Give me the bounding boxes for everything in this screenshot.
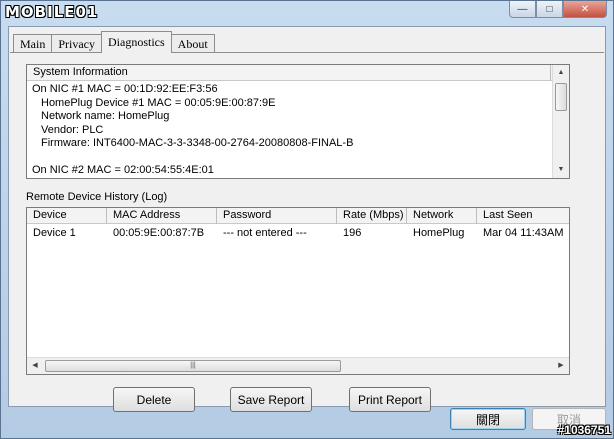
info-line: Vendor: PLC xyxy=(41,123,104,136)
tab-about[interactable]: About xyxy=(170,34,215,53)
diagnostics-panel: System Information On NIC #1 MAC = 00:1D… xyxy=(10,52,604,412)
window-controls: — □ ✕ xyxy=(509,1,607,18)
scroll-thumb[interactable] xyxy=(555,83,567,111)
column-device[interactable]: Device xyxy=(27,208,107,224)
cell-password: --- not entered --- xyxy=(223,227,307,239)
info-line: On NIC #2 MAC = 02:00:54:55:4E:01 xyxy=(32,164,214,176)
info-line: HomePlug Device #1 MAC = 00:05:9E:00:87:… xyxy=(41,96,276,109)
scroll-thumb[interactable]: ||| xyxy=(45,360,341,372)
info-line: On NIC #1 MAC = 00:1D:92:EE:F3:56 xyxy=(32,83,218,95)
info-line: Firmware: INT6400-MAC-3-3-3348-00-2764-2… xyxy=(41,137,354,149)
history-horizontal-scrollbar[interactable]: ◀ ||| ▶ xyxy=(27,357,569,374)
cell-mac-address: 00:05:9E:00:87:7B xyxy=(113,227,205,239)
tab-diagnostics[interactable]: Diagnostics xyxy=(101,31,172,53)
column-password[interactable]: Password xyxy=(217,208,337,224)
system-info-box[interactable]: System Information On NIC #1 MAC = 00:1D… xyxy=(26,64,570,179)
print-report-button[interactable]: Print Report xyxy=(349,387,431,412)
maximize-icon: □ xyxy=(546,3,553,15)
cell-last-seen: Mar 04 11:43AM xyxy=(483,227,564,239)
table-row[interactable]: Device 1 00:05:9E:00:87:7B --- not enter… xyxy=(27,226,569,240)
column-mac-address[interactable]: MAC Address xyxy=(107,208,217,224)
history-label: Remote Device History (Log) xyxy=(26,191,168,203)
system-info-scrollbar[interactable]: ▲ ▼ xyxy=(552,65,569,178)
tab-main[interactable]: Main xyxy=(13,34,53,53)
cell-network: HomePlug xyxy=(413,227,465,239)
logo: MOBILE01 xyxy=(5,3,99,21)
save-report-button[interactable]: Save Report xyxy=(230,387,312,412)
column-last-seen[interactable]: Last Seen xyxy=(477,208,569,224)
system-info-lines: On NIC #1 MAC = 00:1D:92:EE:F3:56 HomePl… xyxy=(32,83,353,178)
app-window: MOBILE01 — □ ✕ Main Privacy Diagnostics … xyxy=(0,0,614,439)
cell-device: Device 1 xyxy=(33,227,76,239)
column-rate[interactable]: Rate (Mbps) xyxy=(337,208,407,224)
maximize-button[interactable]: □ xyxy=(536,1,563,18)
history-header: Device MAC Address Password Rate (Mbps) … xyxy=(27,208,569,224)
scroll-down-arrow-icon[interactable]: ▼ xyxy=(553,162,569,178)
watermark: #1036751 xyxy=(557,423,611,437)
scroll-up-arrow-icon[interactable]: ▲ xyxy=(553,65,569,81)
info-line: Network name: HomePlug xyxy=(41,110,170,122)
close-icon: ✕ xyxy=(580,3,590,15)
system-info-header-label: System Information xyxy=(27,65,551,81)
cell-rate: 196 xyxy=(343,227,362,239)
client-area: Main Privacy Diagnostics About System In… xyxy=(8,26,606,412)
title-bar[interactable]: MOBILE01 — □ ✕ xyxy=(1,1,613,25)
minimize-button[interactable]: — xyxy=(509,1,536,18)
minimize-icon: — xyxy=(517,3,528,15)
scroll-left-arrow-icon[interactable]: ◀ xyxy=(27,358,43,374)
history-table[interactable]: Device MAC Address Password Rate (Mbps) … xyxy=(26,207,570,375)
close-button[interactable]: 關閉 xyxy=(450,408,526,430)
column-network[interactable]: Network xyxy=(407,208,477,224)
system-info-header: System Information xyxy=(27,65,553,81)
close-window-button[interactable]: ✕ xyxy=(563,1,607,18)
tab-privacy[interactable]: Privacy xyxy=(51,34,102,53)
delete-button[interactable]: Delete xyxy=(113,387,195,412)
scroll-right-arrow-icon[interactable]: ▶ xyxy=(553,358,569,374)
tab-strip: Main Privacy Diagnostics About xyxy=(13,31,215,53)
info-line xyxy=(32,151,353,165)
